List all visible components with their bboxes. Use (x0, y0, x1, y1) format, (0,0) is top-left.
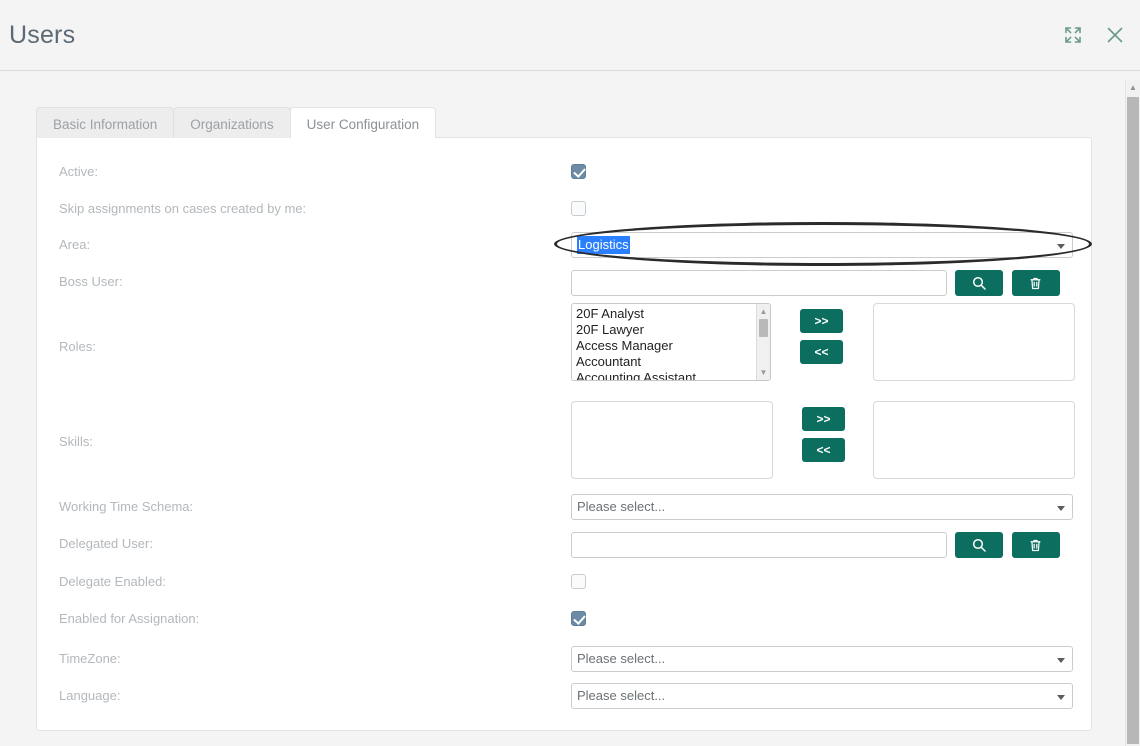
label-boss-user: Boss User: (59, 274, 123, 289)
delegated-user-clear-button[interactable] (1011, 532, 1060, 558)
label-skills: Skills: (59, 434, 93, 449)
tab-label: Basic Information (53, 117, 158, 132)
working-time-schema-value: Please select... (577, 499, 666, 514)
field-row-enabled-for-assignation: Enabled for Assignation: (37, 610, 1091, 640)
label-roles: Roles: (59, 339, 96, 354)
list-item[interactable]: Accounting Assistant (572, 370, 770, 380)
active-checkbox[interactable] (571, 164, 586, 179)
page-scrollbar-thumb[interactable] (1127, 97, 1139, 744)
field-row-area: Area: Logistics (37, 232, 1091, 266)
roles-listbox-scrollbar[interactable]: ▲ ▼ (756, 304, 770, 380)
timezone-select[interactable]: Please select... (571, 646, 1073, 672)
chevron-down-icon (1057, 244, 1065, 249)
enabled-for-assignation-checkbox[interactable] (571, 611, 586, 626)
close-icon[interactable] (1102, 22, 1128, 48)
scroll-down-icon[interactable]: ▼ (757, 366, 770, 379)
chevron-down-icon (1057, 695, 1065, 700)
area-select[interactable]: Logistics (571, 232, 1073, 258)
field-row-timezone: TimeZone: Please select... (37, 646, 1091, 680)
field-row-delegated-user: Delegated User: (37, 532, 1091, 565)
working-time-schema-select[interactable]: Please select... (571, 494, 1073, 520)
roles-transfer-buttons: >> << (800, 309, 843, 364)
timezone-value: Please select... (577, 651, 666, 666)
header-actions (1060, 22, 1128, 48)
label-timezone: TimeZone: (59, 651, 121, 666)
tab-label: User Configuration (306, 117, 420, 132)
language-value: Please select... (577, 688, 666, 703)
list-item[interactable]: Accountant (572, 354, 770, 370)
skills-add-button[interactable]: >> (802, 407, 845, 431)
skills-dual-list: >> << (571, 401, 1075, 479)
label-language: Language: (59, 688, 121, 703)
roles-add-button[interactable]: >> (800, 309, 843, 333)
field-row-active: Active: (37, 163, 1091, 193)
boss-user-input[interactable] (571, 270, 947, 296)
boss-user-search-button[interactable] (955, 270, 1004, 296)
area-select-value: Logistics (577, 236, 630, 254)
chevron-down-icon (1057, 658, 1065, 663)
roles-remove-button[interactable]: << (800, 340, 843, 364)
skills-remove-button[interactable]: << (802, 438, 845, 462)
skills-transfer-buttons: >> << (802, 407, 845, 462)
delegate-enabled-checkbox[interactable] (571, 574, 586, 589)
dialog-header: Users (0, 0, 1140, 71)
delegated-user-search-button[interactable] (955, 532, 1004, 558)
language-select[interactable]: Please select... (571, 683, 1073, 709)
boss-user-clear-button[interactable] (1011, 270, 1060, 296)
field-row-language: Language: Please select... (37, 683, 1091, 717)
list-item[interactable]: Access Manager (572, 338, 770, 354)
tab-label: Organizations (190, 117, 274, 132)
label-delegated-user: Delegated User: (59, 536, 153, 551)
field-row-working-time-schema: Working Time Schema: Please select... (37, 494, 1091, 528)
label-delegate-enabled: Delegate Enabled: (59, 574, 166, 589)
tab-bar: Basic Information Organizations User Con… (36, 107, 437, 138)
label-active: Active: (59, 164, 99, 179)
scroll-up-icon[interactable]: ▲ (1126, 80, 1140, 95)
label-skip-assignments: Skip assignments on cases created by me: (59, 201, 307, 216)
delegated-user-input[interactable] (571, 532, 947, 558)
tab-basic-information[interactable]: Basic Information (36, 107, 175, 138)
list-item[interactable]: 20F Lawyer (572, 322, 770, 338)
field-row-delegate-enabled: Delegate Enabled: (37, 573, 1091, 603)
expand-icon[interactable] (1060, 22, 1086, 48)
chevron-down-icon (1057, 506, 1065, 511)
field-row-skip-assignments: Skip assignments on cases created by me: (37, 200, 1091, 230)
skills-selected-listbox[interactable] (873, 401, 1075, 479)
roles-available-listbox[interactable]: 20F Analyst 20F Lawyer Access Manager Ac… (571, 303, 771, 381)
label-enabled-for-assignation: Enabled for Assignation: (59, 611, 200, 626)
tab-user-configuration[interactable]: User Configuration (289, 107, 437, 138)
page-title: Users (9, 21, 76, 49)
label-working-time-schema: Working Time Schema: (59, 499, 194, 514)
roles-selected-listbox[interactable] (873, 303, 1075, 381)
roles-dual-list: 20F Analyst 20F Lawyer Access Manager Ac… (571, 303, 1075, 381)
skip-assignments-checkbox[interactable] (571, 201, 586, 216)
user-configuration-panel: Active: Skip assignments on cases create… (36, 137, 1092, 731)
skills-available-listbox[interactable] (571, 401, 773, 479)
field-row-boss-user: Boss User: (37, 270, 1091, 303)
list-item[interactable]: 20F Analyst (572, 306, 770, 322)
scroll-up-icon[interactable]: ▲ (757, 305, 770, 318)
label-area: Area: (59, 237, 91, 252)
scrollbar-thumb[interactable] (759, 319, 768, 337)
tab-organizations[interactable]: Organizations (173, 107, 291, 138)
page-scrollbar[interactable]: ▲ (1125, 80, 1140, 746)
users-dialog: Users Basic Information Organizations Us (0, 0, 1140, 746)
